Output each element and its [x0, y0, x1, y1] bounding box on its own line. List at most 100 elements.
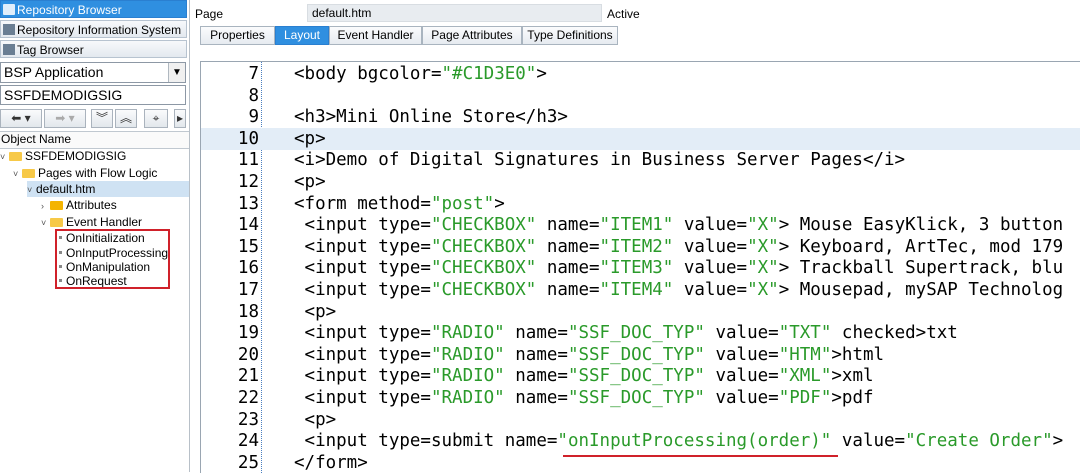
- line-number: 11: [237, 150, 259, 171]
- more-icon[interactable]: ▸: [174, 109, 186, 128]
- chevron-down-icon[interactable]: ˅: [41, 215, 50, 231]
- code-line[interactable]: 20 <input type="RADIO" name="SSF_DOC_TYP…: [201, 344, 1080, 366]
- line-number: 14: [237, 215, 259, 236]
- tree-node-event-handler[interactable]: ˅ Event Handler: [41, 214, 142, 230]
- code-text: <input type="CHECKBOX" name="ITEM1" valu…: [294, 215, 1064, 236]
- code-text: <input type="CHECKBOX" name="ITEM3" valu…: [294, 258, 1064, 279]
- code-line[interactable]: 21 <input type="RADIO" name="SSF_DOC_TYP…: [201, 365, 1080, 387]
- line-number: 13: [237, 193, 259, 214]
- code-text: <input type="RADIO" name="SSF_DOC_TYP" v…: [294, 323, 958, 344]
- line-number: 7: [248, 64, 259, 84]
- code-line[interactable]: 24 <input type=submit name="onInputProce…: [201, 430, 1080, 452]
- repository-info-system-button[interactable]: Repository Information System: [0, 20, 187, 38]
- tab-page-attributes[interactable]: Page Attributes: [422, 26, 522, 45]
- line-number: 25: [237, 452, 259, 473]
- code-text: <form method="post">: [294, 193, 505, 214]
- repository-browser-icon: [3, 4, 15, 15]
- folder-icon: [50, 218, 63, 227]
- line-number: 17: [237, 280, 259, 300]
- line-number: 18: [237, 301, 259, 322]
- forward-arrow-icon[interactable]: ➡ ▾: [44, 109, 86, 128]
- back-arrow-icon[interactable]: ⬅ ▾: [0, 109, 42, 128]
- tab-properties[interactable]: Properties: [200, 26, 275, 45]
- chevron-right-icon[interactable]: ›: [41, 198, 50, 214]
- code-text: <input type="CHECKBOX" name="ITEM2" valu…: [294, 236, 1064, 257]
- code-line[interactable]: 8: [201, 85, 1080, 107]
- chevron-down-icon[interactable]: ▼: [168, 63, 185, 82]
- object-type-select[interactable]: BSP Application ▼: [0, 62, 186, 83]
- code-line[interactable]: 9 <h3>Mini Online Store</h3>: [201, 106, 1080, 128]
- tree-node-attributes[interactable]: › Attributes: [41, 197, 117, 213]
- code-line[interactable]: 17 <input type="CHECKBOX" name="ITEM4" v…: [201, 279, 1080, 301]
- code-line[interactable]: 18 <p>: [201, 301, 1080, 323]
- page-header: Page default.htm Active: [190, 3, 1080, 23]
- page-label: Page: [195, 7, 224, 21]
- event-handlers-highlight: [55, 229, 170, 289]
- tab-event-handler[interactable]: Event Handler: [329, 26, 422, 45]
- code-line[interactable]: 14 <input type="CHECKBOX" name="ITEM1" v…: [201, 214, 1080, 236]
- navigation-pane: Repository Browser Repository Informatio…: [0, 0, 190, 472]
- line-number: 12: [237, 172, 259, 192]
- code-text: <h3>Mini Online Store</h3>: [294, 107, 568, 128]
- code-line[interactable]: 23 <p>: [201, 409, 1080, 431]
- line-number: 22: [237, 388, 259, 408]
- tag-browser-button[interactable]: Tag Browser: [0, 40, 187, 58]
- code-text: <input type="RADIO" name="SSF_DOC_TYP" v…: [294, 344, 885, 365]
- object-name-input[interactable]: SSFDEMODIGSIG: [0, 85, 186, 105]
- code-line[interactable]: 15 <input type="CHECKBOX" name="ITEM2" v…: [201, 236, 1080, 258]
- collapse-all-icon[interactable]: ︽: [115, 109, 137, 128]
- line-number: 23: [237, 409, 259, 430]
- code-text: <p>: [294, 301, 337, 322]
- editor-pane: Page default.htm Active Properties Layou…: [190, 0, 1080, 473]
- code-line[interactable]: 12 <p>: [201, 171, 1080, 193]
- status-text: Active: [607, 7, 640, 21]
- chevron-down-icon[interactable]: ˅: [0, 149, 9, 165]
- repository-info-icon: [3, 24, 15, 35]
- repository-browser-button[interactable]: Repository Browser: [0, 0, 187, 18]
- folder-icon: [9, 152, 22, 161]
- code-text: <p>: [294, 409, 337, 430]
- code-line[interactable]: 16 <input type="CHECKBOX" name="ITEM3" v…: [201, 257, 1080, 279]
- chevron-down-icon[interactable]: ˅: [27, 182, 36, 198]
- folder-icon: [22, 169, 35, 178]
- code-line[interactable]: 10 <p>: [201, 127, 1080, 150]
- code-text: <input type=submit name="onInputProcessi…: [294, 431, 1064, 452]
- line-number: 19: [237, 323, 259, 344]
- oninputprocessing-underline: [563, 455, 838, 457]
- code-text: <body bgcolor="#C1D3E0">: [294, 64, 547, 84]
- tree-node-root[interactable]: ˅ SSFDEMODIGSIG: [0, 148, 126, 164]
- folder-icon: [50, 201, 63, 210]
- code-text: </form>: [294, 452, 368, 473]
- binoculars-icon[interactable]: ⌖: [144, 109, 168, 128]
- line-number: 20: [237, 344, 259, 365]
- line-number: 9: [248, 107, 259, 128]
- tree-column-header: Object Name: [0, 131, 189, 149]
- line-number: 24: [237, 431, 259, 452]
- chevron-down-icon[interactable]: ˅: [13, 166, 22, 182]
- tree-node-default-htm[interactable]: ˅ default.htm: [27, 181, 189, 197]
- code-editor[interactable]: 7 <body bgcolor="#C1D3E0"> 8 9 <h3>Mini Onli…: [200, 61, 1080, 473]
- code-text: <i>Demo of Digital Signatures in Busines…: [294, 150, 906, 171]
- code-text: <input type="CHECKBOX" name="ITEM4" valu…: [294, 280, 1064, 300]
- code-line[interactable]: 11 <i>Demo of Digital Signatures in Busin…: [201, 149, 1080, 171]
- code-text: <input type="RADIO" name="SSF_DOC_TYP" v…: [294, 366, 874, 387]
- code-text: <p>: [294, 128, 326, 149]
- tag-browser-icon: [3, 44, 15, 55]
- line-number: 10: [237, 128, 259, 149]
- code-text: <input type="RADIO" name="SSF_DOC_TYP" v…: [294, 388, 874, 408]
- line-number: 8: [248, 85, 259, 106]
- code-line[interactable]: 7 <body bgcolor="#C1D3E0">: [201, 63, 1080, 85]
- expand-all-icon[interactable]: ︾: [91, 109, 113, 128]
- line-number: 15: [237, 236, 259, 257]
- tab-layout[interactable]: Layout: [275, 26, 329, 45]
- page-name-field: default.htm: [307, 4, 602, 22]
- code-text: <p>: [294, 172, 326, 192]
- line-number: 21: [237, 366, 259, 387]
- code-line[interactable]: 22 <input type="RADIO" name="SSF_DOC_TYP…: [201, 387, 1080, 409]
- code-line[interactable]: 19 <input type="RADIO" name="SSF_DOC_TYP…: [201, 322, 1080, 344]
- tree-node-pages-flow[interactable]: ˅ Pages with Flow Logic: [13, 165, 157, 181]
- code-line[interactable]: 13 <form method="post">: [201, 193, 1080, 215]
- tab-type-definitions[interactable]: Type Definitions: [522, 26, 618, 45]
- line-number: 16: [237, 258, 259, 279]
- tree-toolbar: ⬅ ▾ ➡ ▾ ︾ ︽ ⌖ ▸: [0, 108, 189, 130]
